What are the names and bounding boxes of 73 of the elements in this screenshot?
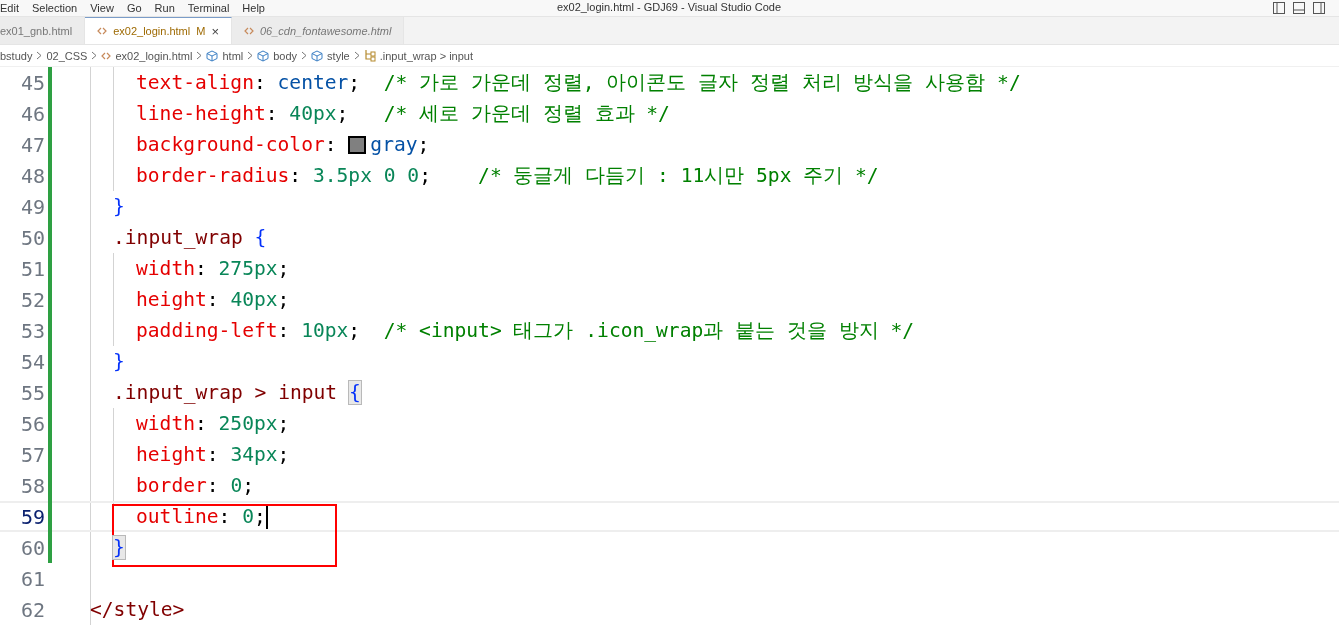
chevron-right-icon xyxy=(247,51,254,60)
line-number: 57 xyxy=(19,442,45,467)
cube-icon xyxy=(257,49,270,62)
line-number: 51 xyxy=(19,256,45,281)
line-number: 61 xyxy=(19,566,45,591)
chevron-right-icon xyxy=(353,51,360,60)
code-line: border-radius: 3.5px 0 0; /* 둥글게 다듬기 : 11시만 5px 주기 */ xyxy=(136,163,879,189)
code-line: border: 0; xyxy=(136,474,254,497)
code-line: } xyxy=(113,195,125,218)
code-line: line-height: 40px; /* 세로 가운데 정렬 효과 */ xyxy=(136,101,670,127)
chevron-right-icon xyxy=(301,51,308,60)
color-swatch[interactable] xyxy=(348,135,367,154)
line-number: 48 xyxy=(19,163,45,188)
line-number: 47 xyxy=(19,132,45,157)
text-cursor xyxy=(265,504,268,529)
line-number: 46 xyxy=(19,101,45,126)
editor-tab[interactable]: 06_cdn_fontawesome.html xyxy=(232,17,405,44)
panel-layout-icon[interactable] xyxy=(1293,2,1305,14)
code-line: text-align: center; /* 가로 가운데 정렬, 아이콘도 글자 정렬 처리 방식을 사용함 */ xyxy=(136,70,1021,96)
menu-item[interactable]: Go xyxy=(126,2,142,14)
breadcrumb-item[interactable]: ex02_login.html xyxy=(115,49,193,62)
cube-icon xyxy=(311,49,324,62)
chevron-right-icon xyxy=(196,51,203,60)
line-number: 58 xyxy=(19,473,45,498)
cube-icon xyxy=(206,49,219,62)
chevron-right-icon xyxy=(36,51,43,60)
breadcrumb-item[interactable]: body xyxy=(273,49,298,62)
line-number: 45 xyxy=(19,70,45,95)
menu-item[interactable]: Terminal xyxy=(187,2,230,14)
menu-item[interactable]: Run xyxy=(154,2,175,14)
code-line: padding-left: 10px; /* <input> 태그가 .icon_wrap과 붙는 것을 방지 */ xyxy=(136,318,915,344)
code-line: width: 275px; xyxy=(136,257,290,280)
sidebar-layout-icon[interactable] xyxy=(1313,2,1325,14)
sidebar-layout-icon[interactable] xyxy=(1273,2,1285,14)
breadcrumb-item[interactable]: 02_CSS xyxy=(46,49,88,62)
code-file-icon xyxy=(97,27,108,35)
close-icon[interactable]: × xyxy=(211,23,219,39)
line-number: 49 xyxy=(19,194,45,219)
editor-tab[interactable]: ex01_gnb.html xyxy=(0,17,86,44)
chevron-right-icon xyxy=(91,51,98,60)
line-number: 50 xyxy=(19,225,45,250)
code-line: </style> xyxy=(90,598,185,621)
line-number: 52 xyxy=(19,287,45,312)
code-line: gray; xyxy=(370,133,430,156)
editor-tab[interactable]: ex02_login.html M × xyxy=(85,17,232,44)
breadcrumb-item[interactable]: html xyxy=(222,49,244,62)
code-line: height: 34px; xyxy=(136,443,290,466)
code-line: } xyxy=(113,350,125,373)
line-number: 62 xyxy=(19,597,45,622)
modified-label: M xyxy=(196,25,206,37)
code-file-icon xyxy=(244,26,254,35)
selector-icon xyxy=(363,49,376,62)
code-line: background-color: xyxy=(136,133,338,156)
line-number: 54 xyxy=(19,349,45,374)
line-number: 55 xyxy=(19,380,45,405)
breadcrumb-item[interactable]: .input_wrap > input xyxy=(379,49,473,62)
code-line: width: 250px; xyxy=(136,412,290,435)
menu-item[interactable]: Selection xyxy=(31,2,78,14)
breadcrumb-item[interactable]: bstudy xyxy=(0,49,33,62)
menu-item[interactable]: Help xyxy=(242,2,265,14)
code-line: height: 40px; xyxy=(136,288,290,311)
line-number: 53 xyxy=(19,318,45,343)
menu-item[interactable]: View xyxy=(90,2,114,14)
line-number: 59 xyxy=(19,504,45,529)
menu-item[interactable]: Edit xyxy=(0,2,19,14)
code-line: .input_wrap > input { xyxy=(113,381,361,404)
code-line: outline: 0; xyxy=(136,505,266,528)
code-file-icon xyxy=(101,51,112,60)
code-line: .input_wrap { xyxy=(113,226,267,249)
window-title: ex02_login.html - GDJ69 - Visual Studio Code xyxy=(556,1,782,13)
breadcrumb-item[interactable]: style xyxy=(327,49,350,62)
line-number: 56 xyxy=(19,411,45,436)
line-number: 60 xyxy=(19,535,45,560)
